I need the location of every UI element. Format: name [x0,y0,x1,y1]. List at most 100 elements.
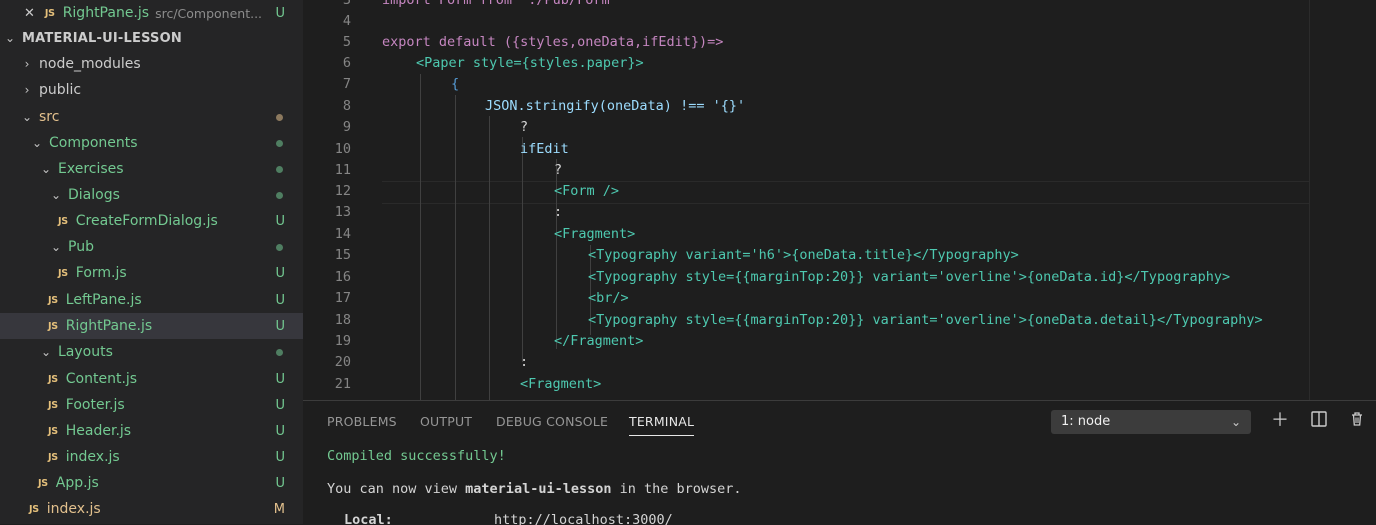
tree-item-label: src [39,109,60,125]
status-badge: U [275,475,285,491]
line-number: 6 [342,55,351,71]
line-number: 21 [334,376,351,392]
line-number: 3 [342,0,351,8]
chevron-down-icon: ⌄ [50,188,62,202]
tree-file-src-index[interactable]: JS index.js M [0,496,303,522]
js-file-icon: JS [58,267,68,279]
tree-file-createformdialog[interactable]: JS CreateFormDialog.js U [0,208,303,234]
code-line: export default ({styles,oneData,ifEdit})… [382,34,724,50]
chevron-down-icon: ⌄ [31,136,43,150]
tree-folder-src[interactable]: ⌄ src [0,104,303,130]
tree-folder-components[interactable]: ⌄ Components [0,130,303,156]
tree-item-label: node_modules [39,56,141,72]
tree-file-leftpane[interactable]: JS LeftPane.js U [0,287,303,313]
js-file-icon: JS [38,477,48,489]
tree-folder-public[interactable]: › public [0,77,303,103]
terminal-select[interactable]: 1: node ⌄ [1051,410,1251,434]
untracked-dot [276,348,283,356]
tree-folder-dialogs[interactable]: ⌄ Dialogs [0,182,303,208]
tree-file-app[interactable]: JS App.js U [0,470,303,496]
open-editor-path: src/Component... [155,5,263,21]
tab-terminal[interactable]: TERMINAL [629,414,695,436]
indent-guide [420,74,421,400]
status-badge: U [275,265,285,281]
js-file-icon: JS [48,320,58,332]
chevron-down-icon: ⌄ [4,31,16,45]
js-file-icon: JS [29,503,39,515]
tree-folder-layouts[interactable]: ⌄ Layouts [0,339,303,365]
code-line: <Typography variant='h6'>{oneData.title}… [588,247,1019,263]
untracked-dot [276,243,283,251]
tree-file-layouts-index[interactable]: JS index.js U [0,444,303,470]
trash-icon[interactable] [1349,411,1365,433]
code-line: <Paper style={styles.paper}> [416,55,644,71]
tree-item-label: LeftPane.js [65,292,142,308]
chevron-right-icon: › [24,57,30,71]
tree-item-label: index.js [65,449,120,465]
tree-item-label: Dialogs [68,187,120,203]
explorer-section-header[interactable]: ⌄ MATERIAL-UI-LESSON [0,25,303,51]
tree-folder-node-modules[interactable]: › node_modules [0,51,303,77]
line-number: 16 [334,269,351,285]
code-line: JSON.stringify(oneData) !== '{}' [485,98,746,114]
tree-folder-exercises[interactable]: ⌄ Exercises [0,156,303,182]
tree-file-footer[interactable]: JS Footer.js U [0,392,303,418]
code-line: <br/> [588,290,629,306]
tree-item-label: Pub [68,239,94,255]
tree-item-label: Layouts [58,344,113,360]
split-terminal-icon[interactable] [1311,411,1327,433]
open-editor-item[interactable]: ✕ JS RightPane.js src/Component... U [0,0,303,26]
code-line: </Fragment> [554,333,644,349]
tree-file-rightpane[interactable]: JS RightPane.js U [0,313,303,339]
tree-folder-pub[interactable]: ⌄ Pub [0,234,303,260]
tab-problems[interactable]: PROBLEMS [327,414,397,429]
chevron-down-icon: ⌄ [1230,415,1241,429]
code-editor[interactable]: 3 4 5 6 7 8 9 10 11 12 13 14 15 16 17 18… [303,0,1376,400]
terminal-text: in the browser. [611,481,742,497]
line-number: 18 [334,312,351,328]
status-badge: U [275,213,285,229]
line-number: 19 [334,333,351,349]
line-number: 13 [334,204,351,220]
code-line: : [520,354,529,370]
line-number: 12 [334,183,351,199]
plus-icon[interactable]: ＋ [1271,410,1289,432]
js-file-icon: JS [58,215,68,227]
tab-output[interactable]: OUTPUT [420,414,472,429]
line-number: 10 [334,141,351,157]
terminal-local-url[interactable]: http://localhost:3000/ [494,512,673,525]
tree-file-form[interactable]: JS Form.js U [0,260,303,286]
project-title: MATERIAL-UI-LESSON [22,30,182,46]
tree-item-label: RightPane.js [65,318,153,334]
tree-item-label: Exercises [58,161,124,177]
line-number: 17 [334,290,351,306]
chevron-down-icon: ⌄ [40,162,52,176]
tree-file-content[interactable]: JS Content.js U [0,366,303,392]
tab-debug-console[interactable]: DEBUG CONSOLE [496,414,608,429]
line-number: 4 [342,13,351,29]
code-line: <Typography style={{marginTop:20}} varia… [588,312,1263,328]
js-file-icon: JS [48,373,58,385]
js-file-icon: JS [44,7,55,19]
chevron-right-icon: › [24,83,30,97]
status-badge: U [275,423,285,439]
tree-item-label: Footer.js [65,397,125,413]
tree-item-label: App.js [55,475,99,491]
code-line: <Fragment> [520,376,602,392]
status-badge: U [275,5,285,21]
untracked-dot [276,191,283,199]
js-file-icon: JS [48,399,58,411]
tree-item-label: CreateFormDialog.js [75,213,218,229]
status-badge: U [275,449,285,465]
minimap[interactable] [1309,0,1376,400]
tree-file-header[interactable]: JS Header.js U [0,418,303,444]
chevron-down-icon: ⌄ [21,110,33,124]
code-line: { [451,76,460,92]
indent-guide [522,137,523,362]
code-line: import Form from './Pub/Form' [382,0,618,8]
tree-item-label: Header.js [65,423,132,439]
close-icon[interactable]: ✕ [24,6,35,21]
code-line: <Typography style={{marginTop:20}} varia… [588,269,1231,285]
tree-item-label: Content.js [65,371,138,387]
status-badge: M [273,501,285,517]
